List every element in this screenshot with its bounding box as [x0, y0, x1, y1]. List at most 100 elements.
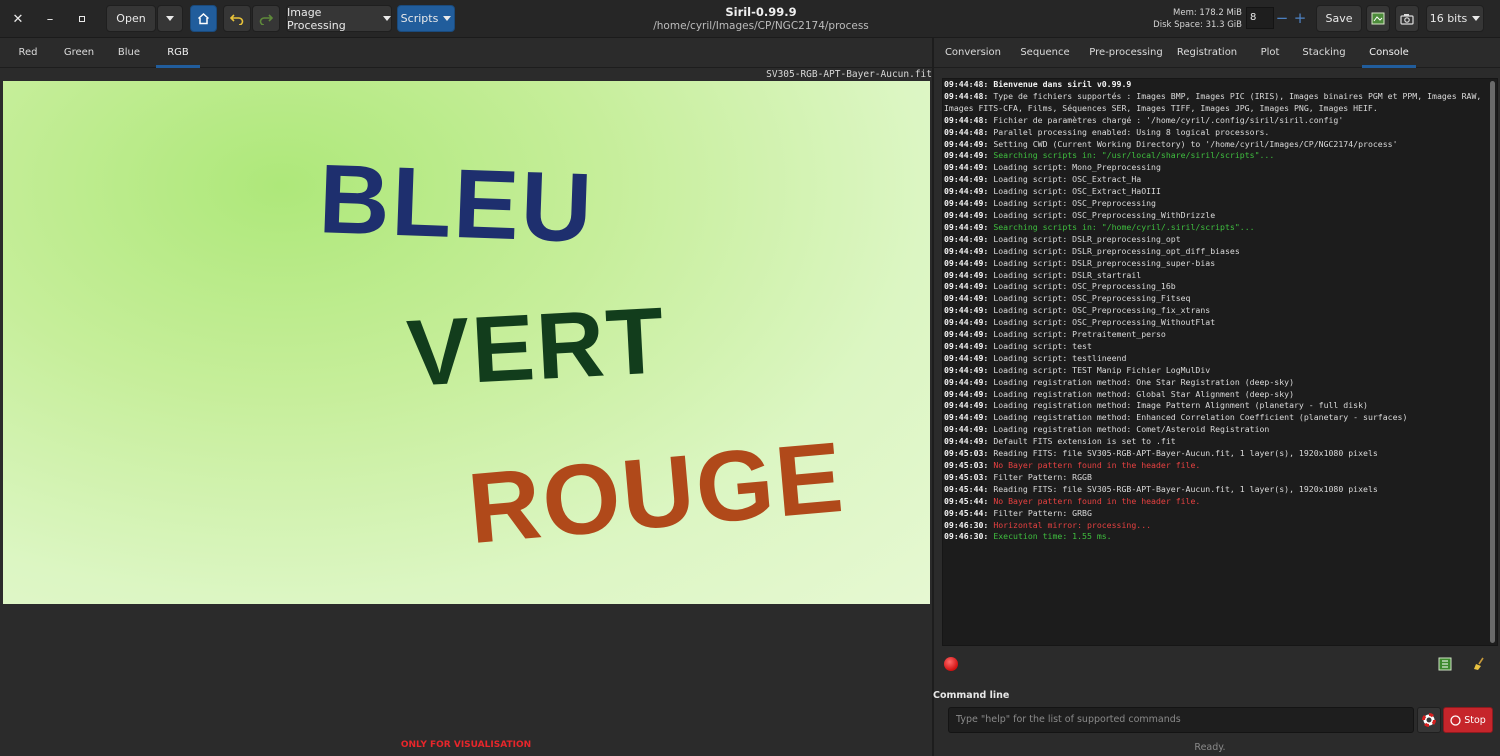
- tab-red[interactable]: Red: [8, 38, 48, 68]
- console-line: 09:45:03: Reading FITS: file SV305-RGB-A…: [943, 448, 1497, 460]
- bit-depth-menu-button[interactable]: 16 bits: [1426, 5, 1484, 32]
- console-timestamp: 09:44:49:: [944, 162, 989, 173]
- console-message: Default FITS extension is set to .fit: [993, 436, 1176, 447]
- console-timestamp: 09:44:49:: [944, 245, 989, 256]
- console-message: Loading script: DSLR_preprocessing_super…: [993, 257, 1216, 268]
- console-line: 09:44:48: Type de fichiers supportés : I…: [943, 91, 1497, 115]
- console-timestamp: 09:45:44:: [944, 483, 989, 494]
- console-message: Loading registration method: Image Patte…: [993, 400, 1368, 411]
- help-button[interactable]: [1417, 707, 1441, 733]
- console-timestamp: 09:45:03:: [944, 471, 989, 482]
- open-recent-dropdown-button[interactable]: [157, 5, 183, 32]
- undo-icon: [230, 13, 244, 25]
- tab-registration[interactable]: Registration: [1174, 38, 1240, 68]
- save-button[interactable]: Save: [1316, 5, 1362, 32]
- console-timestamp: 09:44:49:: [944, 388, 989, 399]
- panel-divider[interactable]: [932, 38, 934, 756]
- console-line: 09:44:49: Searching scripts in: "/usr/lo…: [943, 150, 1497, 162]
- save-log-button[interactable]: [1438, 657, 1452, 671]
- console-timestamp: 09:44:49:: [944, 209, 989, 220]
- console-timestamp: 09:44:49:: [944, 400, 989, 411]
- tab-blue[interactable]: Blue: [108, 38, 150, 68]
- stop-icon: [1450, 714, 1461, 726]
- console-line: 09:44:49: Loading script: OSC_Extract_Ha…: [943, 186, 1497, 198]
- image-panel-button[interactable]: [1366, 5, 1390, 32]
- image-processing-menu-button[interactable]: Image Processing: [286, 5, 392, 32]
- console-line: 09:44:49: Loading script: OSC_Preprocess…: [943, 281, 1497, 293]
- image-viewport[interactable]: BLEU VERT ROUGE: [3, 81, 930, 604]
- console-line: 09:44:49: Loading registration method: C…: [943, 424, 1497, 436]
- scripts-menu-button[interactable]: Scripts: [397, 5, 455, 32]
- console-line: 09:44:48: Parallel processing enabled: U…: [943, 127, 1497, 139]
- chevron-down-icon: [383, 16, 391, 21]
- console-timestamp: 09:44:49:: [944, 138, 989, 149]
- console-message: Loading script: TEST Manip Fichier LogMu…: [993, 364, 1211, 375]
- clear-log-button[interactable]: [1472, 657, 1486, 671]
- window-title-block: Siril-0.99.9 /home/cyril/Images/CP/NGC21…: [600, 5, 922, 32]
- tab-sequence[interactable]: Sequence: [1016, 38, 1074, 68]
- console-message: Fichier de paramètres chargé : '/home/cy…: [993, 114, 1344, 125]
- console-line: 09:44:49: Loading registration method: I…: [943, 400, 1497, 412]
- console-timestamp: 09:44:49:: [944, 352, 989, 363]
- command-input[interactable]: Type "help" for the list of supported co…: [948, 707, 1414, 733]
- console-timestamp: 09:44:49:: [944, 424, 989, 435]
- tab-console[interactable]: Console: [1362, 38, 1416, 68]
- console-log[interactable]: 09:44:48: Bienvenue dans siril v0.99.9 09…: [942, 78, 1498, 646]
- bit-depth-label: 16 bits: [1429, 12, 1468, 25]
- console-line: 09:44:49: Loading script: test: [943, 341, 1497, 353]
- console-timestamp: 09:44:49:: [944, 317, 989, 328]
- open-button[interactable]: Open: [106, 5, 156, 32]
- thread-count-input[interactable]: 8: [1246, 7, 1274, 29]
- minimize-window-button[interactable]: –: [37, 6, 63, 32]
- stop-button[interactable]: Stop: [1443, 707, 1493, 733]
- redo-button[interactable]: [252, 5, 280, 32]
- tab-plot[interactable]: Plot: [1252, 38, 1288, 68]
- open-button-label: Open: [116, 12, 146, 25]
- console-line: 09:46:30: Horizontal mirror: processing.…: [943, 520, 1497, 532]
- console-timestamp: 09:45:03:: [944, 448, 989, 459]
- console-message: Loading script: Pretraitement_perso: [993, 329, 1166, 340]
- undo-button[interactable]: [223, 5, 251, 32]
- maximize-window-button[interactable]: [69, 6, 95, 32]
- console-line: 09:45:03: Filter Pattern: RGGB: [943, 472, 1497, 484]
- console-message: Loading registration method: Global Star…: [993, 388, 1294, 399]
- console-timestamp: 09:44:49:: [944, 412, 989, 423]
- console-message: Type de fichiers supportés : Images BMP,…: [944, 90, 1487, 113]
- console-line: 09:45:44: Filter Pattern: GRBG: [943, 508, 1497, 520]
- close-window-button[interactable]: ✕: [5, 6, 31, 32]
- console-lines: 09:44:48: Bienvenue dans siril v0.99.9 09…: [943, 79, 1497, 543]
- console-message: Loading script: test: [993, 340, 1092, 351]
- image-processing-label: Image Processing: [287, 5, 346, 32]
- console-line: 09:44:49: Loading script: Pretraitement_…: [943, 329, 1497, 341]
- increase-threads-button[interactable]: +: [1291, 8, 1309, 28]
- console-message: Reading FITS: file SV305-RGB-APT-Bayer-A…: [993, 448, 1378, 459]
- console-timestamp: 09:44:48:: [944, 90, 989, 101]
- console-line: 09:44:49: Loading script: OSC_Preprocess…: [943, 317, 1497, 329]
- tab-conversion[interactable]: Conversion: [940, 38, 1006, 68]
- image-word-vert: VERT: [404, 287, 669, 406]
- console-line: 09:44:49: Loading script: OSC_Preprocess…: [943, 293, 1497, 305]
- image-filename: SV305-RGB-APT-Bayer-Aucun.fit: [766, 69, 932, 80]
- console-line: 09:44:49: Loading script: OSC_Preprocess…: [943, 210, 1497, 222]
- tab-stacking[interactable]: Stacking: [1300, 38, 1348, 68]
- save-log-icon: [1438, 657, 1452, 671]
- console-timestamp: 09:44:49:: [944, 221, 989, 232]
- home-button[interactable]: [190, 5, 217, 32]
- save-button-label: Save: [1325, 12, 1353, 25]
- console-scrollbar[interactable]: [1490, 81, 1495, 643]
- tab-rgb[interactable]: RGB: [156, 38, 200, 68]
- tool-tabbar: Conversion Sequence Pre-processing Regis…: [934, 38, 1500, 68]
- console-line: 09:45:44: No Bayer pattern found in the …: [943, 496, 1497, 508]
- snapshot-button[interactable]: [1395, 5, 1419, 32]
- decrease-threads-button[interactable]: −: [1273, 8, 1291, 28]
- tab-pre-processing[interactable]: Pre-processing: [1086, 38, 1166, 68]
- console-message: No Bayer pattern found in the header fil…: [993, 460, 1201, 470]
- console-timestamp: 09:44:49:: [944, 150, 989, 161]
- console-line: 09:44:49: Loading script: Mono_Preproces…: [943, 162, 1497, 174]
- status-indicator-icon: [944, 657, 958, 671]
- console-message: Loading script: OSC_Preprocessing_Withou…: [993, 317, 1216, 328]
- tab-green[interactable]: Green: [58, 38, 100, 68]
- console-timestamp: 09:44:49:: [944, 174, 989, 185]
- working-directory: /home/cyril/Images/CP/NGC2174/process: [653, 20, 869, 32]
- console-timestamp: 09:45:44:: [944, 507, 989, 518]
